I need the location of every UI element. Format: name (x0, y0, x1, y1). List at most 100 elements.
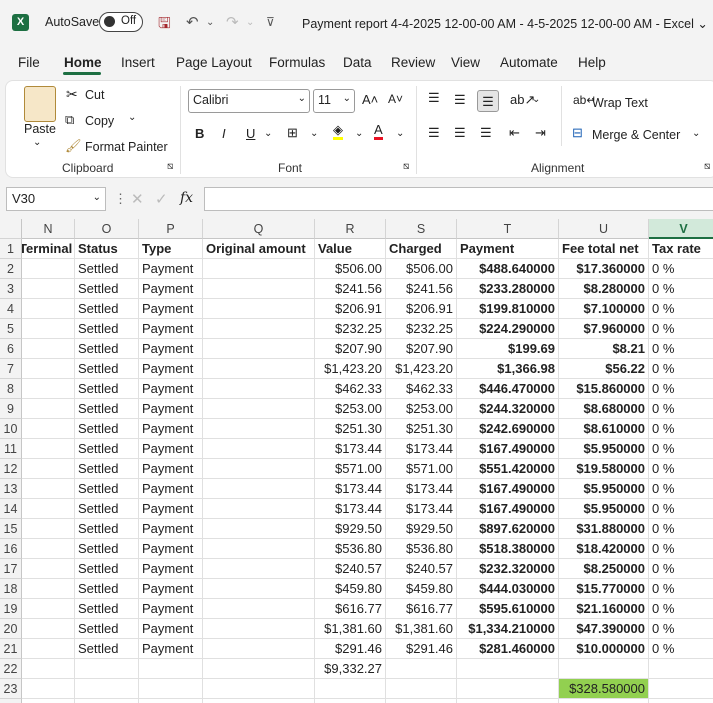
paste-button[interactable]: Paste (24, 122, 56, 136)
table-cell[interactable]: 0 % (649, 639, 713, 659)
column-title-cell[interactable]: Payment (457, 239, 559, 259)
table-cell[interactable]: 0 % (649, 339, 713, 359)
increase-indent-icon[interactable]: ⇥ (535, 125, 546, 141)
paste-dropdown-icon[interactable]: ⌄ (33, 137, 41, 148)
redo-icon[interactable]: ↷ (226, 13, 239, 31)
table-cell[interactable]: 0 % (649, 559, 713, 579)
table-cell[interactable]: Payment (139, 319, 203, 339)
table-cell[interactable] (22, 379, 75, 399)
table-cell[interactable]: Payment (139, 499, 203, 519)
increase-font-icon[interactable]: A˄ (362, 92, 378, 107)
table-cell[interactable]: $291.46 (386, 639, 457, 659)
table-cell[interactable]: 0 % (649, 399, 713, 419)
table-cell[interactable]: $15.770000 (559, 579, 649, 599)
table-cell[interactable]: $5.950000 (559, 439, 649, 459)
merge-center-dropdown-icon[interactable]: ⌄ (692, 128, 700, 139)
table-cell[interactable]: $241.56 (386, 279, 457, 299)
middle-align-icon[interactable]: ☰ (454, 92, 466, 108)
bottom-align-icon[interactable]: ☰ (477, 90, 499, 112)
table-cell[interactable]: $244.320000 (457, 399, 559, 419)
table-cell[interactable]: Payment (139, 399, 203, 419)
table-cell[interactable]: $571.00 (386, 459, 457, 479)
row-header[interactable]: 24 (0, 699, 22, 703)
table-cell[interactable]: $536.80 (315, 539, 386, 559)
table-cell[interactable] (22, 559, 75, 579)
table-cell[interactable]: $167.490000 (457, 439, 559, 459)
row-header[interactable]: 21 (0, 639, 22, 659)
table-cell[interactable]: $10.000000 (559, 639, 649, 659)
table-cell[interactable]: Payment (139, 619, 203, 639)
table-cell[interactable]: $199.810000 (457, 299, 559, 319)
table-cell[interactable]: Settled (75, 359, 139, 379)
table-cell[interactable] (75, 679, 139, 699)
column-title-cell[interactable]: Value (315, 239, 386, 259)
table-cell[interactable]: 0 % (649, 599, 713, 619)
table-cell[interactable]: Payment (139, 639, 203, 659)
table-cell[interactable]: Settled (75, 319, 139, 339)
column-title-cell[interactable]: Terminal (22, 239, 75, 259)
table-cell[interactable]: $173.44 (315, 439, 386, 459)
table-cell[interactable] (203, 519, 315, 539)
merge-center-icon[interactable]: ⊟ (572, 125, 583, 141)
table-cell[interactable] (203, 299, 315, 319)
tab-help[interactable]: Help (578, 55, 606, 70)
table-cell[interactable]: $1,381.60 (386, 619, 457, 639)
column-title-cell[interactable]: Status (75, 239, 139, 259)
tab-page-layout[interactable]: Page Layout (176, 55, 252, 70)
table-cell[interactable]: 0 % (649, 419, 713, 439)
font-size-box[interactable]: 11 ⌄ (313, 89, 355, 113)
bold-icon[interactable]: B (195, 126, 204, 141)
table-cell[interactable]: Settled (75, 279, 139, 299)
table-cell[interactable]: Settled (75, 599, 139, 619)
font-color-dropdown-icon[interactable]: ⌄ (396, 128, 404, 139)
table-cell[interactable] (22, 699, 75, 703)
table-cell[interactable]: $233.280000 (457, 279, 559, 299)
autosave-toggle[interactable]: Off (99, 12, 143, 32)
table-cell[interactable]: Settled (75, 479, 139, 499)
table-cell[interactable] (649, 679, 713, 699)
cut-button[interactable]: Cut (85, 88, 104, 102)
column-title-cell[interactable]: Fee total net (559, 239, 649, 259)
table-cell[interactable] (386, 679, 457, 699)
table-cell[interactable]: $536.80 (386, 539, 457, 559)
table-cell[interactable]: Settled (75, 339, 139, 359)
table-cell[interactable]: 0 % (649, 539, 713, 559)
table-cell[interactable]: Payment (139, 279, 203, 299)
format-painter-button[interactable]: Format Painter (85, 140, 168, 154)
table-cell[interactable]: 0 % (649, 439, 713, 459)
table-cell[interactable]: Payment (139, 379, 203, 399)
table-cell[interactable] (22, 519, 75, 539)
table-cell[interactable]: Payment (139, 599, 203, 619)
table-cell[interactable] (559, 659, 649, 679)
table-cell[interactable] (139, 679, 203, 699)
table-cell[interactable]: 0 % (649, 479, 713, 499)
copy-button[interactable]: Copy (85, 114, 114, 128)
table-cell[interactable] (386, 699, 457, 703)
table-cell[interactable] (315, 679, 386, 699)
table-cell[interactable]: $240.57 (315, 559, 386, 579)
table-cell[interactable]: Settled (75, 399, 139, 419)
tab-insert[interactable]: Insert (121, 55, 155, 70)
table-cell[interactable] (203, 419, 315, 439)
table-cell[interactable]: Payment (139, 459, 203, 479)
underline-dropdown-icon[interactable]: ⌄ (264, 128, 272, 139)
table-cell[interactable] (22, 499, 75, 519)
table-cell[interactable] (22, 399, 75, 419)
table-cell[interactable]: Payment (139, 539, 203, 559)
underline-icon[interactable]: U (246, 126, 255, 141)
table-cell[interactable]: $18.420000 (559, 539, 649, 559)
table-cell[interactable]: $173.44 (315, 479, 386, 499)
table-cell[interactable]: Settled (75, 519, 139, 539)
table-cell[interactable]: $232.25 (386, 319, 457, 339)
table-cell[interactable] (22, 319, 75, 339)
table-cell[interactable] (386, 659, 457, 679)
table-cell[interactable] (457, 659, 559, 679)
table-cell[interactable] (203, 679, 315, 699)
table-cell[interactable] (22, 579, 75, 599)
table-cell[interactable]: $251.30 (315, 419, 386, 439)
insert-function-icon[interactable]: fx (180, 190, 193, 206)
column-header-v[interactable]: V (649, 219, 713, 239)
table-cell[interactable] (203, 559, 315, 579)
table-cell[interactable] (22, 439, 75, 459)
table-cell[interactable]: $929.50 (386, 519, 457, 539)
